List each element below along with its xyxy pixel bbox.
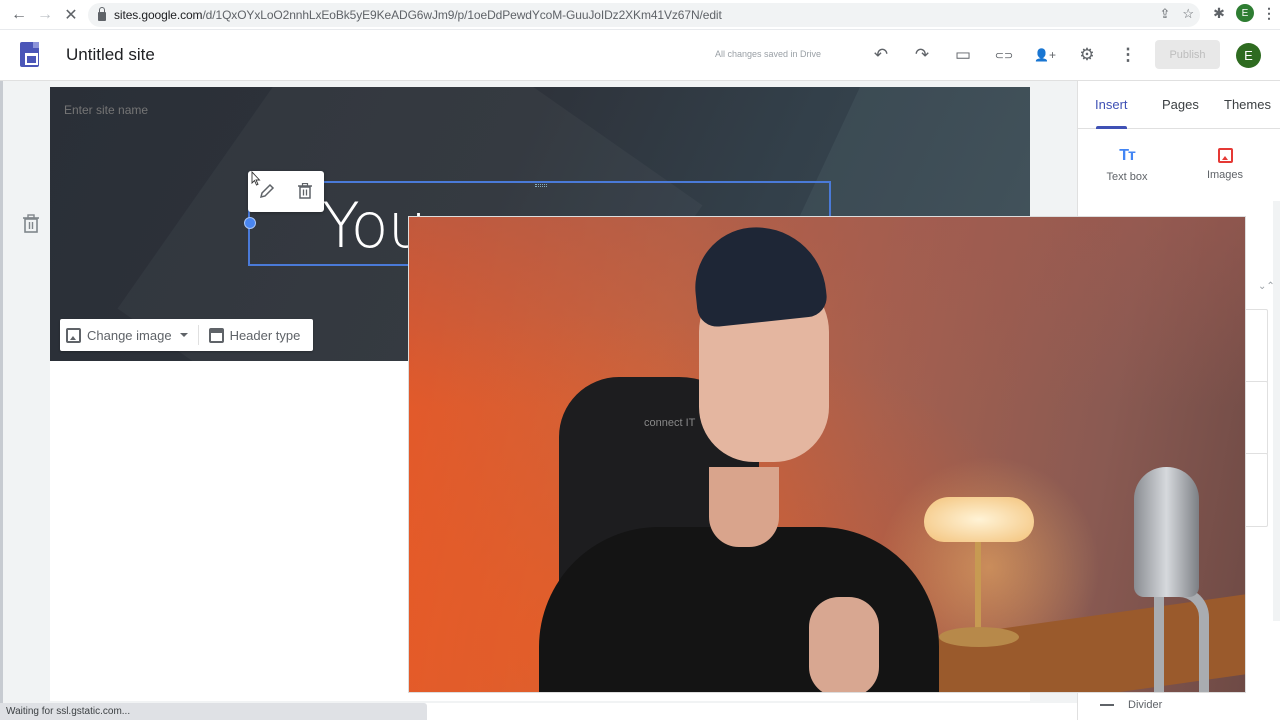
preview-button[interactable]: ▭	[951, 43, 975, 67]
url-text: sites.google.com/d/1QxOYxLoO2nnhLxEoBk5y…	[114, 8, 722, 22]
devices-preview-icon: ▭	[954, 45, 972, 64]
tab-insert[interactable]: Insert	[1095, 97, 1128, 112]
google-sites-logo-icon[interactable]	[20, 42, 39, 67]
panel-tabs: Insert Pages Themes	[1078, 81, 1280, 129]
close-icon: ✕	[64, 7, 78, 24]
undo-icon: ↶	[873, 45, 889, 64]
person-hands	[809, 597, 879, 692]
sites-app-header: Untitled site All changes saved in Drive…	[0, 30, 1280, 81]
lock-icon	[98, 6, 106, 21]
microphone-stand	[1154, 587, 1209, 692]
text-box-icon: Tт	[1119, 147, 1136, 164]
change-image-button[interactable]: Change image	[60, 319, 194, 351]
more-vert-icon: ⋮	[1119, 45, 1137, 64]
tab-pages[interactable]: Pages	[1162, 97, 1199, 112]
gear-icon: ⚙	[1079, 45, 1095, 64]
copy-link-button[interactable]: ⊂⊃	[992, 43, 1016, 67]
drag-handle[interactable]	[535, 184, 547, 187]
save-status: All changes saved in Drive	[715, 49, 822, 59]
insert-text-box[interactable]: Tт Text box	[1087, 147, 1167, 183]
delete-section-icon[interactable]	[22, 214, 40, 234]
insert-divider[interactable]: Divider	[1100, 699, 1162, 711]
more-options-button[interactable]: ⋮	[1116, 43, 1140, 67]
forward-button[interactable]: →	[32, 2, 58, 28]
header-type-button[interactable]: Header type	[203, 319, 307, 351]
url-path: /d/1QxOYxLoO2nnhLxEoBk5yE9KeADG6wJm9/p/1…	[202, 8, 722, 22]
link-icon: ⊂⊃	[994, 49, 1014, 62]
resize-handle[interactable]	[244, 217, 256, 229]
add-person-icon: 👤+	[1034, 48, 1056, 62]
site-name-input[interactable]	[64, 103, 264, 117]
header-type-label: Header type	[229, 327, 301, 343]
undo-button[interactable]: ↶	[869, 43, 893, 67]
stop-loading-button[interactable]: ✕	[58, 2, 84, 28]
arrow-right-icon: →	[37, 6, 53, 23]
browser-toolbar: ← → ✕ sites.google.com/d/1QxOYxLoO2nnhLx…	[0, 0, 1280, 30]
share-page-icon[interactable]: ⇪	[1159, 6, 1170, 22]
bookmark-star-icon[interactable]: ☆	[1182, 6, 1194, 22]
settings-button[interactable]: ⚙	[1075, 43, 1099, 67]
chair-brand-text: connect IT	[644, 417, 696, 429]
browser-profile-avatar[interactable]: E	[1236, 4, 1254, 22]
extensions-puzzle-icon[interactable]: ✱	[1210, 4, 1228, 22]
change-image-label: Change image	[87, 327, 172, 343]
url-host: sites.google.com	[114, 8, 203, 22]
pencil-icon	[259, 183, 275, 199]
publish-button[interactable]: Publish	[1155, 40, 1220, 69]
address-bar[interactable]: sites.google.com/d/1QxOYxLoO2nnhLxEoBk5y…	[88, 3, 1200, 27]
redo-icon: ↷	[914, 45, 930, 64]
person-torso	[539, 527, 939, 692]
active-tab-indicator	[1096, 126, 1127, 129]
lamp-pole	[975, 542, 981, 632]
divider-icon	[1100, 704, 1114, 706]
trash-icon	[298, 183, 312, 199]
tab-themes[interactable]: Themes	[1224, 97, 1271, 112]
browser-menu-icon[interactable]: ⋮	[1262, 5, 1276, 22]
divider-label: Divider	[1128, 699, 1163, 711]
arrow-left-icon: ←	[11, 6, 27, 23]
person-neck	[709, 467, 779, 547]
dropdown-caret-icon	[179, 333, 188, 337]
back-button[interactable]: ←	[6, 2, 32, 28]
panel-scrollbar[interactable]	[1273, 201, 1280, 621]
toolbar-separator	[197, 325, 199, 345]
webcam-video-overlay: connect IT	[408, 216, 1246, 693]
redo-button[interactable]: ↷	[910, 43, 934, 67]
microphone	[1134, 467, 1199, 597]
window-edge	[0, 81, 3, 703]
browser-status-bar: Waiting for ssl.gstatic.com...	[0, 703, 427, 720]
delete-button[interactable]	[295, 181, 315, 201]
lamp-base	[939, 627, 1019, 647]
insert-item-label: Images	[1206, 169, 1244, 181]
account-avatar[interactable]: E	[1236, 43, 1261, 68]
insert-images[interactable]: Images	[1185, 147, 1265, 181]
site-title[interactable]: Untitled site	[66, 45, 155, 65]
insert-item-label: Text box	[1106, 171, 1148, 183]
images-icon	[1217, 148, 1233, 163]
lamp-shade	[924, 497, 1034, 542]
image-icon	[66, 327, 81, 343]
share-button[interactable]: 👤+	[1033, 43, 1057, 67]
header-image-toolbar: Change image Header type	[60, 319, 313, 351]
header-layout-icon	[208, 327, 224, 343]
mouse-cursor-icon	[251, 171, 261, 186]
